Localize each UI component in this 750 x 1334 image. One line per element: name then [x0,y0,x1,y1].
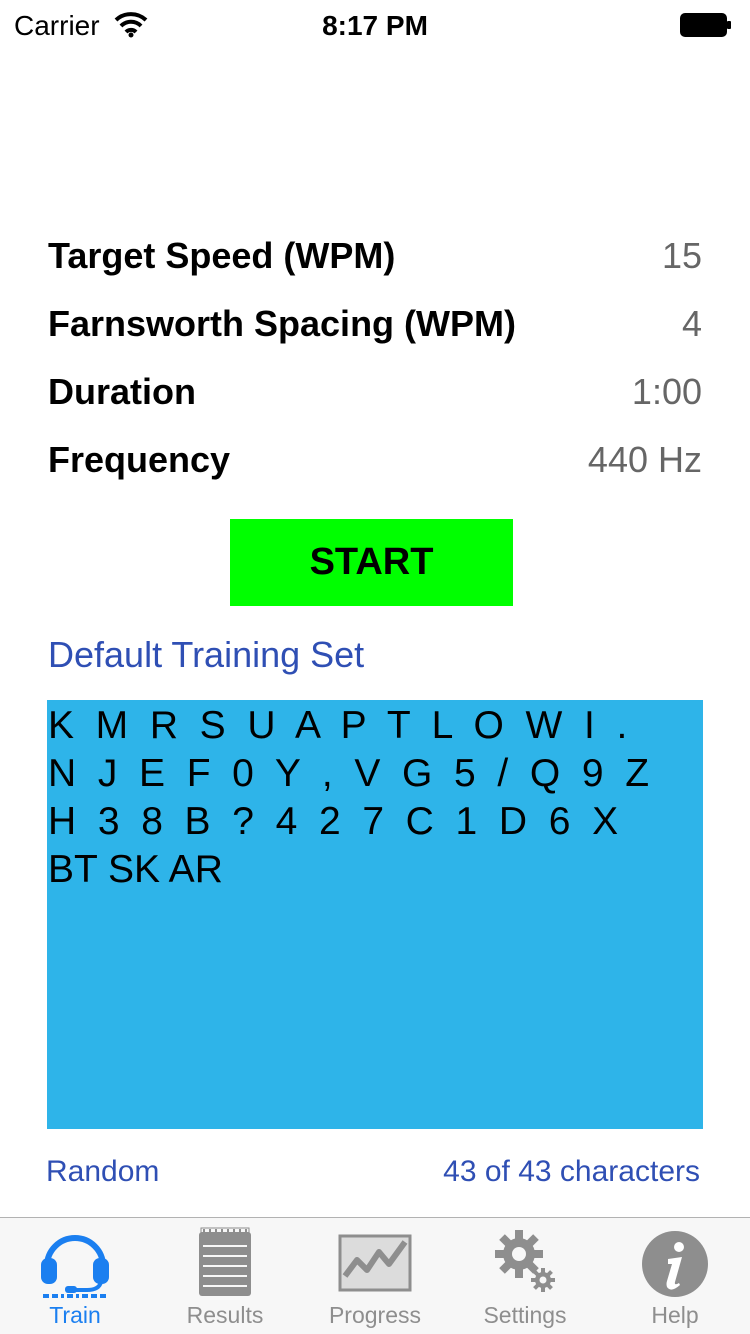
order-mode-link[interactable]: Random [46,1155,159,1189]
character-count-link[interactable]: 43 of 43 characters [443,1155,700,1189]
tab-settings[interactable]: Settings [450,1218,600,1334]
tab-label: Results [186,1302,264,1328]
setting-row-duration[interactable]: Duration 1:00 [48,358,702,426]
tab-label: Settings [483,1302,567,1328]
start-button[interactable]: START [230,519,513,606]
character-set-panel[interactable]: K M R S U A P T L O W I . N J E F 0 Y , … [47,700,703,1129]
gears-icon [495,1230,555,1292]
tab-label: Help [651,1302,699,1328]
setting-label: Target Speed (WPM) [48,235,396,276]
setting-value: 440 Hz [587,439,702,480]
status-time: 8:17 PM [322,10,428,41]
setting-value: 15 [661,235,702,276]
tab-progress[interactable]: Progress [300,1218,450,1334]
setting-label: Frequency [48,439,231,480]
setting-label: Duration [48,371,196,412]
tab-results[interactable]: Results [150,1218,300,1334]
setting-value: 1:00 [631,371,702,412]
screen: Carrier 8:17 PM Target Speed (WPM) 15 Fa… [0,0,750,1334]
chart-icon [338,1234,412,1292]
tab-train[interactable]: Train [0,1218,150,1334]
training-set-link[interactable]: Default Training Set [48,634,364,676]
notepad-icon [199,1227,251,1296]
setting-value: 4 [681,303,702,344]
tab-help[interactable]: Help [600,1218,750,1334]
tab-bar: Train Results Progress Settings Help [0,1217,750,1334]
character-set-text: K M R S U A P T L O W I . N J E F 0 Y , … [48,704,650,891]
setting-row-farnsworth-spacing[interactable]: Farnsworth Spacing (WPM) 4 [48,290,702,358]
status-bar: Carrier 8:17 PM [0,0,750,50]
headset-icon [41,1235,109,1298]
battery-icon [680,13,731,37]
training-settings: Target Speed (WPM) 15 Farnsworth Spacing… [48,222,702,494]
info-icon [642,1231,708,1297]
setting-row-target-speed[interactable]: Target Speed (WPM) 15 [48,222,702,290]
tab-label: Train [49,1302,101,1328]
setting-label: Farnsworth Spacing (WPM) [48,303,516,344]
tab-label: Progress [328,1302,422,1328]
setting-row-frequency[interactable]: Frequency 440 Hz [48,426,702,494]
